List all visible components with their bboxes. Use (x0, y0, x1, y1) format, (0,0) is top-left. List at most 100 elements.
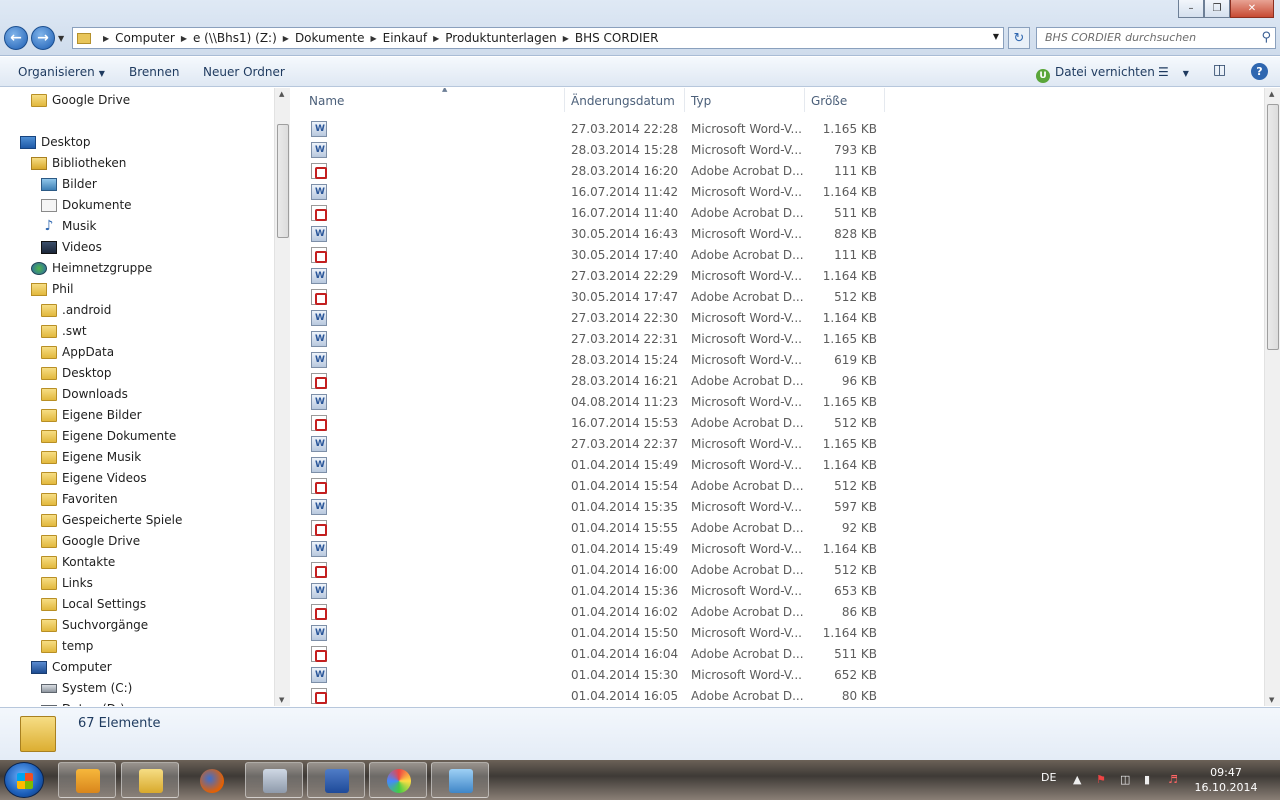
sidebar-item[interactable]: AppData (41, 342, 114, 362)
nav-scrollbar[interactable]: ▲ ▼ (274, 88, 290, 706)
sidebar-item[interactable]: Favoriten (41, 489, 118, 509)
search-icon[interactable]: ⚲ (1261, 30, 1271, 45)
breadcrumb-current[interactable]: BHS CORDIER (575, 31, 659, 45)
address-bar[interactable]: ▶ Computer ▶ e (\\Bhs1) (Z:) ▶ Dokumente… (72, 27, 1004, 49)
column-header-size[interactable]: Größe (805, 88, 885, 112)
start-button[interactable] (4, 762, 44, 798)
breadcrumb-einkauf[interactable]: Einkauf (383, 31, 427, 45)
sidebar-item[interactable]: Downloads (41, 384, 128, 404)
file-row[interactable]: 01.04.2014 15:36 Microsoft Word-V... 653 K… (291, 581, 891, 602)
file-row[interactable]: 27.03.2014 22:30 Microsoft Word-V... 1.164… (291, 308, 891, 329)
network-signal-icon[interactable]: ▮ (1144, 773, 1150, 786)
file-row[interactable]: 27.03.2014 22:31 Microsoft Word-V... 1.165… (291, 329, 891, 350)
sidebar-item[interactable]: Heimnetzgruppe (31, 258, 152, 278)
file-row[interactable]: 28.03.2014 15:24 Microsoft Word-V... 619 K… (291, 350, 891, 371)
file-row[interactable]: 01.04.2014 15:35 Microsoft Word-V... 597 K… (291, 497, 891, 518)
minimize-button[interactable]: – (1178, 0, 1204, 18)
file-row[interactable]: 01.04.2014 15:49 Microsoft Word-V... 1.164… (291, 455, 891, 476)
chevron-right-icon[interactable]: ▶ (433, 34, 439, 43)
forward-button[interactable]: → (31, 26, 55, 50)
file-row[interactable]: 01.04.2014 15:50 Microsoft Word-V... 1.164… (291, 623, 891, 644)
scroll-down-icon[interactable]: ▼ (279, 696, 284, 704)
taskbar-app-firefox[interactable] (182, 762, 240, 798)
sidebar-item[interactable]: Daten (D:) (41, 699, 125, 706)
sidebar-item[interactable]: Desktop (20, 132, 91, 152)
file-row[interactable]: 27.03.2014 22:28 Microsoft Word-V... 1.165… (291, 119, 891, 140)
file-row[interactable]: 01.04.2014 15:30 Microsoft Word-V... 652 K… (291, 665, 891, 686)
sidebar-item[interactable]: Dokumente (41, 195, 132, 215)
file-row[interactable]: 28.03.2014 16:20 Adobe Acrobat D... 111 KB (291, 161, 891, 182)
breadcrumb-dokumente[interactable]: Dokumente (295, 31, 365, 45)
file-row[interactable]: 16.07.2014 15:53 Adobe Acrobat D... 512 KB (291, 413, 891, 434)
help-icon[interactable]: ? (1251, 63, 1268, 80)
scroll-down-icon[interactable]: ▼ (1269, 696, 1274, 704)
preview-pane-button[interactable]: ◫ (1213, 62, 1226, 78)
recent-pages-dropdown[interactable]: ▼ (58, 34, 64, 43)
file-row[interactable]: 16.07.2014 11:40 Adobe Acrobat D... 511 KB (291, 203, 891, 224)
taskbar-app-explorer[interactable] (121, 762, 179, 798)
column-header-name[interactable]: Name ▲ (303, 88, 565, 112)
sidebar-item[interactable]: ♪ Musik (41, 216, 97, 236)
file-row[interactable]: 30.05.2014 17:40 Adobe Acrobat D... 111 KB (291, 245, 891, 266)
sidebar-item[interactable]: .swt (41, 321, 87, 341)
file-row[interactable]: 01.04.2014 15:49 Microsoft Word-V... 1.164… (291, 539, 891, 560)
sidebar-item[interactable]: Kontakte (41, 552, 115, 572)
chevron-right-icon[interactable]: ▶ (181, 34, 187, 43)
taskbar-app-control-panel[interactable] (431, 762, 489, 798)
close-button[interactable]: ✕ (1230, 0, 1274, 18)
sidebar-item[interactable]: Google Drive (31, 90, 130, 110)
taskbar-app-outlook[interactable] (58, 762, 116, 798)
burn-button[interactable]: Brennen (129, 65, 179, 79)
sidebar-item[interactable]: Links (41, 573, 93, 593)
column-header-date[interactable]: Änderungsdatum (565, 88, 685, 112)
sidebar-item[interactable]: Eigene Videos (41, 468, 147, 488)
sidebar-item[interactable]: Bilder (41, 174, 97, 194)
sidebar-item[interactable]: Desktop (41, 363, 112, 383)
action-center-icon[interactable]: ⚑ (1096, 773, 1106, 786)
sidebar-item[interactable]: Eigene Musik (41, 447, 141, 467)
chevron-right-icon[interactable]: ▶ (563, 34, 569, 43)
file-row[interactable]: 01.04.2014 16:05 Adobe Acrobat D... 80 KB (291, 686, 891, 706)
refresh-button[interactable]: ↻ (1008, 27, 1030, 49)
file-row[interactable]: 01.04.2014 15:55 Adobe Acrobat D... 92 KB (291, 518, 891, 539)
file-row[interactable]: 28.03.2014 16:21 Adobe Acrobat D... 96 KB (291, 371, 891, 392)
shred-file-button[interactable]: U Datei vernichten (1036, 65, 1155, 83)
language-indicator[interactable]: DE (1041, 771, 1056, 784)
file-row[interactable]: 16.07.2014 11:42 Microsoft Word-V... 1.164… (291, 182, 891, 203)
file-row[interactable]: 01.04.2014 15:54 Adobe Acrobat D... 512 KB (291, 476, 891, 497)
address-dropdown-icon[interactable]: ▼ (993, 32, 999, 41)
sidebar-item[interactable]: Eigene Bilder (41, 405, 142, 425)
sidebar-item[interactable]: Eigene Dokumente (41, 426, 176, 446)
sidebar-item[interactable]: Local Settings (41, 594, 146, 614)
organize-button[interactable]: Organisieren ▼ (18, 65, 105, 79)
sidebar-item[interactable]: Phil (31, 279, 74, 299)
usb-device-icon[interactable]: ◫ (1120, 773, 1130, 786)
sidebar-item[interactable]: System (C:) (41, 678, 132, 698)
chevron-right-icon[interactable]: ▶ (370, 34, 376, 43)
sidebar-item[interactable]: Computer (31, 657, 112, 677)
view-options-button[interactable]: ☰ ▼ (1158, 65, 1189, 79)
file-row[interactable]: 01.04.2014 16:02 Adobe Acrobat D... 86 KB (291, 602, 891, 623)
sidebar-item[interactable]: Bibliotheken (31, 153, 126, 173)
breadcrumb-drive[interactable]: e (\\Bhs1) (Z:) (193, 31, 277, 45)
volume-muted-icon[interactable]: ♬ (1168, 773, 1178, 786)
file-list-scrollbar[interactable]: ▲ ▼ (1264, 88, 1280, 706)
sidebar-item[interactable]: Google Drive (41, 531, 140, 551)
sidebar-item[interactable]: temp (41, 636, 93, 656)
show-hidden-icons-icon[interactable]: ▲ (1073, 773, 1081, 786)
file-row[interactable]: 30.05.2014 16:43 Microsoft Word-V... 828 K… (291, 224, 891, 245)
file-row[interactable]: 27.03.2014 22:29 Microsoft Word-V... 1.164… (291, 266, 891, 287)
chevron-right-icon[interactable]: ▶ (103, 34, 109, 43)
search-input[interactable]: BHS CORDIER durchsuchen ⚲ (1036, 27, 1276, 49)
sidebar-item[interactable]: Suchvorgänge (41, 615, 148, 635)
breadcrumb-computer[interactable]: Computer (115, 31, 175, 45)
scroll-up-icon[interactable]: ▲ (279, 90, 284, 98)
scroll-up-icon[interactable]: ▲ (1269, 90, 1274, 98)
file-row[interactable]: 27.03.2014 22:37 Microsoft Word-V... 1.165… (291, 434, 891, 455)
sidebar-item[interactable]: Gespeicherte Spiele (41, 510, 182, 530)
taskbar-app-word[interactable] (307, 762, 365, 798)
file-row[interactable]: 28.03.2014 15:28 Microsoft Word-V... 793 K… (291, 140, 891, 161)
new-folder-button[interactable]: Neuer Ordner (203, 65, 285, 79)
file-row[interactable]: 30.05.2014 17:47 Adobe Acrobat D... 512 KB (291, 287, 891, 308)
chevron-right-icon[interactable]: ▶ (283, 34, 289, 43)
